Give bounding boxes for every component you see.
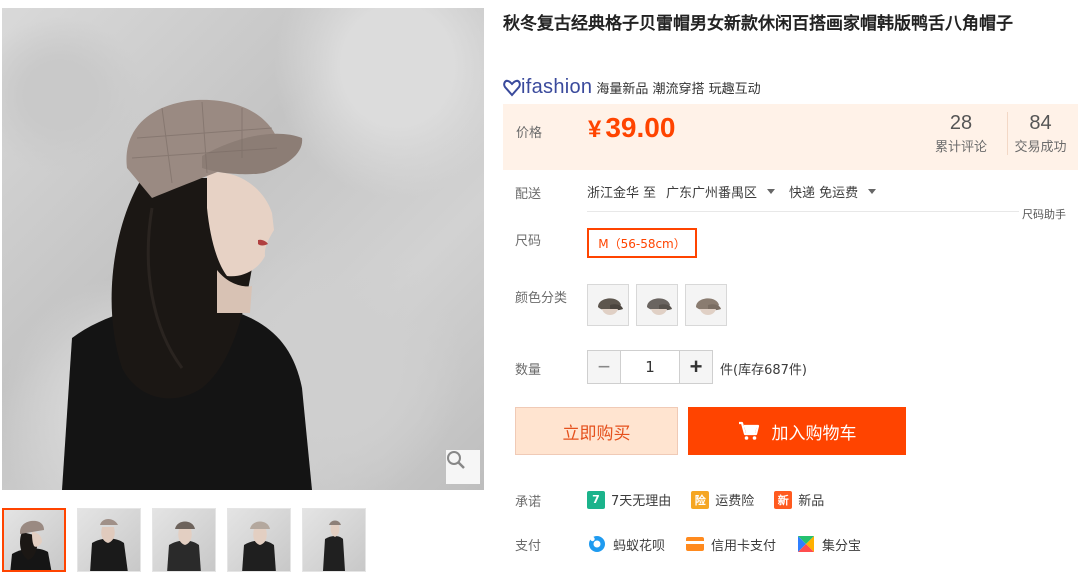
product-title: 秋冬复古经典格子贝雷帽男女新款休闲百搭画家帽韩版鸭舌八角帽子: [503, 14, 1013, 34]
payment-row: 蚂蚁花呗 信用卡支付 集分宝: [587, 534, 881, 554]
quantity-input[interactable]: 1: [621, 350, 679, 384]
divider: [587, 211, 1019, 212]
credit-card-icon: [686, 537, 705, 551]
trades-stat[interactable]: 84 交易成功: [1007, 112, 1073, 155]
pay-huabei-text: 蚂蚁花呗: [613, 538, 666, 554]
thumbnail-image: [323, 520, 345, 571]
thumbnail-image: [90, 519, 128, 571]
quantity-label: 数量: [515, 363, 542, 378]
quantity-stepper: − 1 +: [587, 350, 713, 384]
promise-insurance-text: 运费险: [715, 494, 755, 509]
ship-method-select[interactable]: 快递 免运费: [789, 182, 858, 201]
promise-7day[interactable]: 7 7天无理由: [587, 490, 671, 509]
add-to-cart-label: 加入购物车: [771, 423, 857, 444]
ship-from: 浙江金华: [587, 186, 640, 201]
new-product-icon: 新: [774, 490, 793, 509]
stock-info: 件(库存687件): [720, 363, 807, 378]
pay-credit-card[interactable]: 信用卡支付: [685, 534, 776, 554]
decrease-button[interactable]: −: [587, 350, 621, 384]
ship-to-word: 至: [643, 186, 657, 201]
thumbnail-3[interactable]: [152, 508, 216, 572]
ifashion-logo[interactable]: ifashion: [503, 76, 592, 99]
thumbnail-5[interactable]: [302, 508, 366, 572]
heart-logo-icon: [503, 79, 521, 97]
promise-row: 7 7天无理由 险 运费险 新 新品: [587, 490, 844, 509]
promise-7day-text: 7天无理由: [611, 494, 672, 509]
zoom-button[interactable]: [446, 450, 480, 484]
size-option-selected[interactable]: M（56-58cm）: [587, 228, 697, 258]
color-option-2[interactable]: [636, 284, 678, 326]
brand-slogan: 海量新品 潮流穿搭 玩趣互动: [596, 82, 761, 97]
color-label: 颜色分类: [515, 291, 568, 306]
pay-credit-card-text: 信用卡支付: [711, 538, 777, 554]
reviews-label: 累计评论: [934, 140, 987, 155]
add-to-cart-button[interactable]: 加入购物车: [688, 407, 906, 455]
hat-swatch-image: [647, 298, 672, 315]
pay-jifenbao-text: 集分宝: [822, 538, 862, 554]
jifenbao-icon: [798, 536, 815, 552]
size-label: 尺码: [515, 234, 542, 249]
size-helper-link[interactable]: 尺码助手: [1022, 206, 1066, 222]
hat-swatch-image: [696, 298, 721, 315]
color-option-3[interactable]: [685, 284, 727, 326]
buy-now-button[interactable]: 立即购买: [515, 407, 678, 455]
ship-destination-select[interactable]: 广东广州番禺区: [666, 182, 757, 201]
price-label: 价格: [516, 126, 543, 141]
trades-label: 交易成功: [1014, 140, 1067, 155]
hat-swatch-image: [598, 298, 623, 315]
promise-label: 承诺: [515, 495, 542, 510]
brand-row: ifashion 海量新品 潮流穿搭 玩趣互动: [503, 76, 761, 99]
thumbnail-strip: [2, 508, 377, 572]
currency-symbol: ¥: [588, 116, 602, 143]
increase-button[interactable]: +: [679, 350, 713, 384]
price-amount: 39.00: [605, 112, 676, 143]
promise-new-text: 新品: [798, 494, 825, 509]
color-option-1[interactable]: [587, 284, 629, 326]
reviews-stat[interactable]: 28 累计评论: [929, 112, 993, 155]
thumbnail-2[interactable]: [77, 508, 141, 572]
reviews-count: 28: [949, 112, 973, 134]
promise-shipping-insurance[interactable]: 险 运费险: [691, 490, 754, 509]
seven-day-return-icon: 7: [587, 490, 605, 509]
chevron-down-icon: [868, 189, 877, 194]
thumbnail-image: [167, 521, 201, 571]
promise-new[interactable]: 新 新品: [774, 490, 824, 509]
thumbnail-1[interactable]: [2, 508, 66, 572]
price-panel: 价格 ¥39.00 28 累计评论 84 交易成功: [503, 104, 1078, 170]
thumbnail-4[interactable]: [227, 508, 291, 572]
shipping-row: 浙江金华 至 广东广州番禺区 快递 免运费: [587, 182, 890, 201]
pay-jifenbao[interactable]: 集分宝: [796, 534, 861, 554]
trades-count: 84: [1029, 112, 1052, 134]
huabei-icon: [589, 536, 605, 552]
payment-label: 支付: [515, 539, 542, 554]
model-photo: [62, 99, 312, 490]
shipping-insurance-icon: 险: [691, 490, 710, 509]
chevron-down-icon: [767, 189, 776, 194]
main-product-image[interactable]: [2, 8, 484, 490]
shipping-label: 配送: [515, 187, 542, 202]
cart-icon: [738, 421, 759, 440]
price-value: ¥39.00: [588, 112, 675, 144]
pay-huabei[interactable]: 蚂蚁花呗: [587, 534, 665, 554]
search-icon: [447, 451, 465, 469]
thumbnail-image: [10, 520, 52, 570]
thumbnail-image: [242, 521, 276, 571]
brand-logo-text: ifashion: [521, 76, 593, 98]
